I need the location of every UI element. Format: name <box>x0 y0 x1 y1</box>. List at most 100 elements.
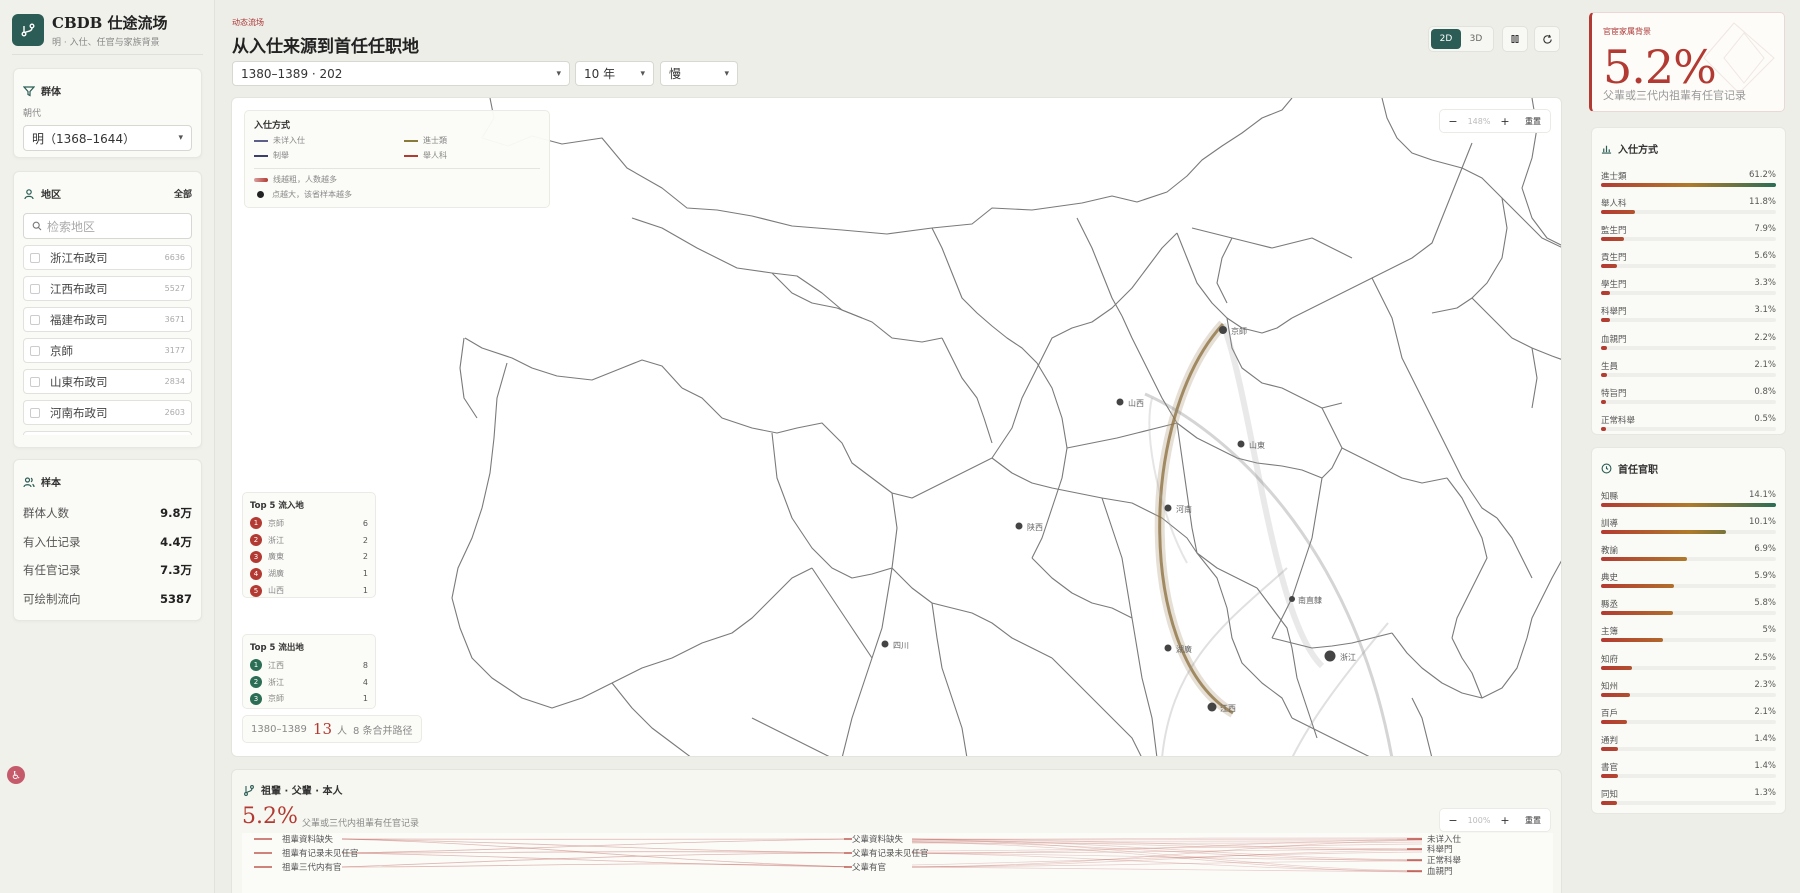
bar-row[interactable]: 書官 1.4% <box>1601 759 1776 786</box>
region-search-input[interactable]: 检索地区 <box>23 213 192 239</box>
bar-label: 知府 <box>1601 654 1619 665</box>
svg-text:南直隸: 南直隸 <box>1298 595 1322 605</box>
dynasty-value: 明（1368–1644） <box>32 131 136 146</box>
legend-label: 制舉 <box>273 151 289 160</box>
bar-label: 知州 <box>1601 681 1619 692</box>
dynasty-select[interactable]: 明（1368–1644） ▾ <box>23 125 192 151</box>
bar-row[interactable]: 百戶 2.1% <box>1601 705 1776 732</box>
chevron-down-icon: ▾ <box>556 68 561 79</box>
top5-name: 江西 <box>268 660 284 670</box>
region-checkbox[interactable] <box>30 314 40 325</box>
top5-inflow-panel: Top 5 流入地 1 京師 6 2 浙江 2 3 廣東 2 4 湖廣 1 5 山西 1 <box>242 492 376 598</box>
footer-count: 13 <box>312 720 332 738</box>
year-range-value: 1380–1389 · 202 <box>241 66 343 81</box>
window-select[interactable]: 10 年 ▾ <box>575 61 654 86</box>
accessibility-icon[interactable]: ♿ <box>7 766 25 784</box>
region-checkbox[interactable] <box>30 283 40 294</box>
bar-row[interactable]: 生員 2.1% <box>1601 358 1776 385</box>
zoom-in-button[interactable]: + <box>1496 112 1514 130</box>
reset-view-button[interactable] <box>1534 26 1560 52</box>
rank-badge: 2 <box>250 534 262 547</box>
sankey-right-node-1: 科舉門 <box>1427 844 1453 855</box>
region-item[interactable]: 京師 3177 <box>23 338 192 363</box>
region-item[interactable]: 山東布政司 2834 <box>23 369 192 394</box>
zoom-out-button[interactable]: − <box>1444 112 1462 130</box>
region-checkbox[interactable] <box>30 252 40 263</box>
bar-label: 教諭 <box>1601 546 1619 557</box>
region-checkbox[interactable] <box>30 407 40 418</box>
bar-row[interactable]: 特旨門 0.8% <box>1601 385 1776 412</box>
bar-row[interactable]: 訓導 10.1% <box>1601 515 1776 542</box>
svg-text:浙江: 浙江 <box>1340 652 1356 662</box>
bar-row[interactable]: 通判 1.4% <box>1601 732 1776 759</box>
bar-row[interactable]: 舉人科 11.8% <box>1601 195 1776 222</box>
bar-value: 5.8% <box>1754 598 1776 609</box>
region-count: 2603 <box>164 408 185 417</box>
mode-3d-button[interactable]: 3D <box>1461 29 1491 49</box>
bar-value: 6.9% <box>1754 544 1776 555</box>
zoom-in-button[interactable]: + <box>1496 811 1514 829</box>
stat-label: 可绘制流向 <box>23 591 81 606</box>
bar-fill <box>1601 345 1608 350</box>
legend-swatch <box>254 139 268 142</box>
bar-fill <box>1601 372 1607 377</box>
bar-value: 3.3% <box>1754 278 1776 289</box>
region-item[interactable] <box>23 431 192 435</box>
region-item[interactable]: 福建布政司 3671 <box>23 307 192 332</box>
region-count: 3177 <box>164 346 185 355</box>
bar-row[interactable]: 貢生門 5.6% <box>1601 249 1776 276</box>
zoom-out-button[interactable]: − <box>1444 811 1462 829</box>
region-all-button[interactable]: 全部 <box>174 187 192 200</box>
bar-row[interactable]: 監生門 7.9% <box>1601 222 1776 249</box>
bar-row[interactable]: 血親門 2.2% <box>1601 331 1776 358</box>
bar-row[interactable]: 教諭 6.9% <box>1601 542 1776 569</box>
bar-row[interactable]: 進士類 61.2% <box>1601 168 1776 195</box>
speed-select[interactable]: 慢 ▾ <box>660 61 738 86</box>
bar-fill <box>1601 801 1618 806</box>
top5-value: 1 <box>362 586 368 596</box>
top5-name: 浙江 <box>268 535 284 545</box>
region-search-placeholder: 检索地区 <box>47 219 96 234</box>
sankey-right-node-3: 血親門 <box>1427 866 1453 877</box>
bar-row[interactable]: 科舉門 3.1% <box>1601 303 1776 330</box>
pause-button[interactable] <box>1502 26 1528 52</box>
zoom-reset-button[interactable]: 重置 <box>1520 116 1546 127</box>
bar-row[interactable]: 知州 2.3% <box>1601 678 1776 705</box>
bar-track <box>1601 611 1776 616</box>
region-item[interactable]: 浙江布政司 6636 <box>23 245 192 270</box>
bar-track <box>1601 557 1776 562</box>
region-checkbox[interactable] <box>30 376 40 387</box>
bar-value: 2.5% <box>1754 652 1776 663</box>
bar-label: 正常科舉 <box>1601 415 1636 426</box>
first-office-panel: 首任官职 知縣 14.1% 訓導 10.1% 教諭 6.9% 典史 5.9% 縣丞 5.8% 主簿 5… <box>1591 447 1786 814</box>
sample-title: 样本 <box>41 478 61 489</box>
bar-fill <box>1601 399 1607 404</box>
zoom-reset-button[interactable]: 重置 <box>1520 815 1546 826</box>
rank-badge: 1 <box>250 517 262 530</box>
bar-row[interactable]: 主簿 5% <box>1601 623 1776 650</box>
bar-row[interactable]: 同知 1.3% <box>1601 786 1776 813</box>
flow-map[interactable]: 京師 山西 山東 河南 陕西 南直隸 浙江 湖廣 江西 四川 入仕方式 未详入仕… <box>231 97 1562 757</box>
hero-subtitle: 父輩或三代内祖輩有任官记录 <box>1603 89 1746 102</box>
first-office-header: 首任官职 <box>1601 448 1776 488</box>
region-item[interactable]: 江西布政司 5527 <box>23 276 192 301</box>
year-range-select[interactable]: 1380–1389 · 202 ▾ <box>232 61 570 86</box>
mode-2d-button[interactable]: 2D <box>1431 29 1461 49</box>
svg-text:陕西: 陕西 <box>1027 522 1043 532</box>
region-checkbox[interactable] <box>30 345 40 356</box>
bar-row[interactable]: 典史 5.9% <box>1601 569 1776 596</box>
bar-row[interactable]: 正常科舉 0.5% <box>1601 412 1776 439</box>
bar-row[interactable]: 知縣 14.1% <box>1601 488 1776 515</box>
top5-row: 3 廣東 2 <box>250 549 368 566</box>
bar-row[interactable]: 縣丞 5.8% <box>1601 596 1776 623</box>
page-title: 从入仕来源到首任任职地 <box>232 37 419 57</box>
bar-track <box>1601 584 1776 589</box>
top5-name: 廣東 <box>268 552 284 562</box>
bar-row[interactable]: 學生門 3.3% <box>1601 276 1776 303</box>
bar-fill <box>1601 183 1776 187</box>
legend-item: 進士類 <box>404 135 554 146</box>
region-item[interactable]: 河南布政司 2603 <box>23 400 192 425</box>
bar-row[interactable]: 知府 2.5% <box>1601 651 1776 678</box>
top5-row: 5 山西 1 <box>250 582 368 599</box>
bar-value: 7.9% <box>1754 224 1776 235</box>
